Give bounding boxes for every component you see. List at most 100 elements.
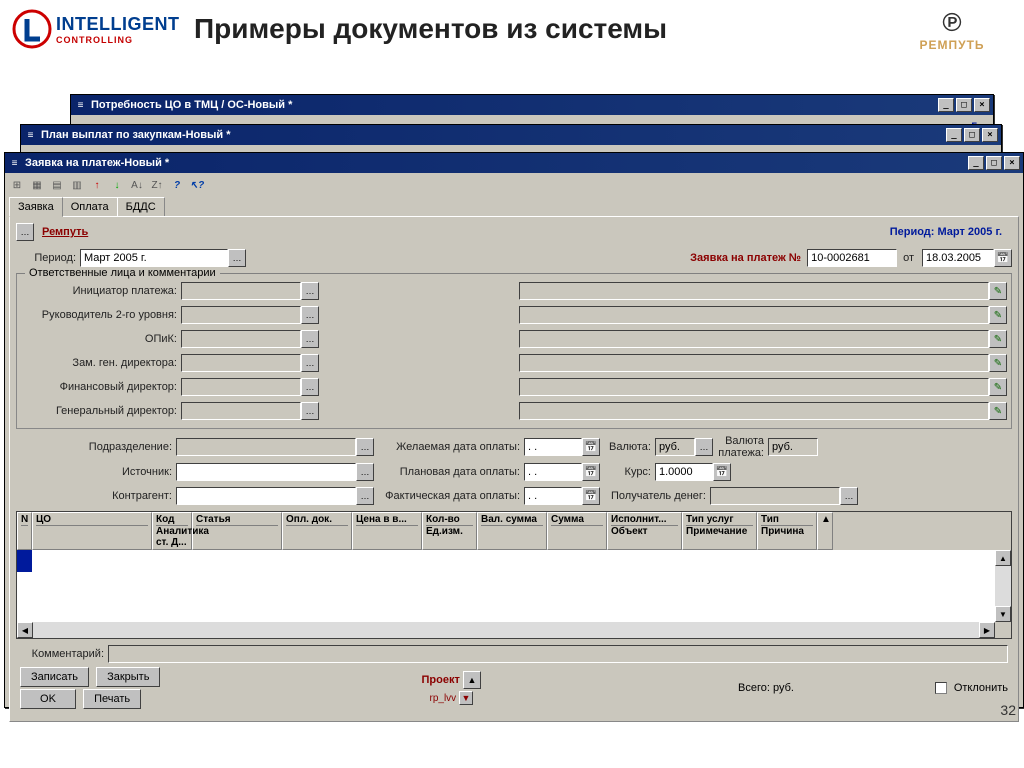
col-header[interactable]: Вал. сумма xyxy=(477,512,547,550)
role-comment-input[interactable] xyxy=(519,282,989,300)
calendar-icon[interactable] xyxy=(582,463,600,481)
role-input[interactable] xyxy=(181,378,301,396)
edit-icon[interactable] xyxy=(989,282,1007,300)
pick-button[interactable]: … xyxy=(301,306,319,324)
print-button[interactable]: Печать xyxy=(83,689,141,709)
edit-icon[interactable] xyxy=(989,402,1007,420)
tab-request[interactable]: Заявка xyxy=(9,197,63,217)
pick-button[interactable]: … xyxy=(356,438,374,456)
col-header[interactable]: Кол-воЕд.изм. xyxy=(422,512,477,550)
close-button[interactable]: × xyxy=(1004,156,1020,170)
pick-button[interactable]: … xyxy=(301,282,319,300)
window-payment-request[interactable]: Заявка на платеж-Новый * _ □ × ⊞ ▦ ▤ ▥ ↑… xyxy=(4,152,1024,708)
payee-input[interactable] xyxy=(710,487,840,505)
role-input[interactable] xyxy=(181,330,301,348)
whatsthis-icon[interactable]: ↖? xyxy=(189,177,205,193)
role-input[interactable] xyxy=(181,306,301,324)
pick-button[interactable]: … xyxy=(840,487,858,505)
minimize-button[interactable]: _ xyxy=(968,156,984,170)
scroll-up-icon[interactable]: ▲ xyxy=(817,512,833,550)
col-header[interactable]: Статья xyxy=(192,512,282,550)
edit-icon[interactable] xyxy=(989,354,1007,372)
calendar-icon[interactable] xyxy=(582,487,600,505)
role-comment-input[interactable] xyxy=(519,378,989,396)
org-link[interactable]: Ремпуть xyxy=(42,226,88,238)
minimize-button[interactable]: _ xyxy=(946,128,962,142)
request-date-input[interactable]: 18.03.2005 xyxy=(922,249,994,267)
col-header[interactable]: Опл. док. xyxy=(282,512,352,550)
up-arrow-icon[interactable]: ↑ xyxy=(89,177,105,193)
maximize-button[interactable]: □ xyxy=(986,156,1002,170)
minimize-button[interactable]: _ xyxy=(938,98,954,112)
save-button[interactable]: Записать xyxy=(20,667,89,687)
role-comment-input[interactable] xyxy=(519,354,989,372)
pick-button[interactable]: … xyxy=(228,249,246,267)
tool-icon[interactable]: ▥ xyxy=(69,177,85,193)
col-header[interactable]: Исполнит...Объект xyxy=(607,512,682,550)
edit-icon[interactable] xyxy=(989,330,1007,348)
reject-checkbox[interactable] xyxy=(935,682,947,694)
tool-icon[interactable]: ▤ xyxy=(49,177,65,193)
want-date-input[interactable]: . . xyxy=(524,438,582,456)
pick-org-button[interactable]: … xyxy=(16,223,34,241)
plan-date-input[interactable]: . . xyxy=(524,463,582,481)
maximize-button[interactable]: □ xyxy=(956,98,972,112)
source-input[interactable] xyxy=(176,463,356,481)
comment-input[interactable] xyxy=(108,645,1008,663)
scroll-down-icon[interactable]: ▼ xyxy=(995,606,1011,622)
pick-button[interactable]: … xyxy=(301,402,319,420)
period-input[interactable]: Март 2005 г. xyxy=(80,249,228,267)
col-header[interactable]: ТипПричина xyxy=(757,512,817,550)
detail-grid[interactable]: N ЦО КодАналитика ст. Д...Статья Опл. до… xyxy=(16,511,1012,639)
col-header[interactable]: N xyxy=(17,512,32,550)
scroll-right-icon[interactable]: ▶ xyxy=(979,622,995,638)
role-input[interactable] xyxy=(181,354,301,372)
scrollbar-vertical[interactable]: ▲ ▼ xyxy=(995,550,1011,622)
role-comment-input[interactable] xyxy=(519,330,989,348)
tab-payment[interactable]: Оплата xyxy=(62,197,118,216)
close-doc-button[interactable]: Закрыть xyxy=(96,667,160,687)
col-header[interactable]: Цена в в... xyxy=(352,512,422,550)
pick-button[interactable]: … xyxy=(301,354,319,372)
request-number-input[interactable]: 10-0002681 xyxy=(807,249,897,267)
role-input[interactable] xyxy=(181,402,301,420)
edit-icon[interactable] xyxy=(989,306,1007,324)
arrow-down-icon[interactable]: ▼ xyxy=(459,691,473,705)
contragent-input[interactable] xyxy=(176,487,356,505)
pick-button[interactable]: … xyxy=(356,463,374,481)
sort-asc-icon[interactable]: A↓ xyxy=(129,177,145,193)
scrollbar-horizontal[interactable]: ◀ ▶ xyxy=(17,622,1011,638)
maximize-button[interactable]: □ xyxy=(964,128,980,142)
sort-desc-icon[interactable]: Z↑ xyxy=(149,177,165,193)
help-icon[interactable]: ? xyxy=(169,177,185,193)
role-input[interactable] xyxy=(181,282,301,300)
ok-button[interactable]: OK xyxy=(20,689,76,709)
role-comment-input[interactable] xyxy=(519,402,989,420)
tool-icon[interactable]: ▦ xyxy=(29,177,45,193)
tool-icon[interactable]: ⊞ xyxy=(9,177,25,193)
arrow-up-icon[interactable]: ▲ xyxy=(463,671,481,689)
calendar-icon[interactable] xyxy=(582,438,600,456)
tab-bdds[interactable]: БДДС xyxy=(117,197,165,216)
col-header[interactable]: КодАналитика ст. Д... xyxy=(152,512,192,550)
fact-date-input[interactable]: . . xyxy=(524,487,582,505)
col-header[interactable]: ЦО xyxy=(32,512,152,550)
pay-currency-input[interactable]: руб. xyxy=(768,438,818,456)
pick-button[interactable]: … xyxy=(301,378,319,396)
calendar-icon[interactable] xyxy=(994,249,1012,267)
close-button[interactable]: × xyxy=(982,128,998,142)
edit-icon[interactable] xyxy=(989,378,1007,396)
rate-input[interactable]: 1.0000 xyxy=(655,463,713,481)
scroll-up-icon[interactable]: ▲ xyxy=(995,550,1011,566)
col-header[interactable]: Сумма xyxy=(547,512,607,550)
role-comment-input[interactable] xyxy=(519,306,989,324)
scroll-left-icon[interactable]: ◀ xyxy=(17,622,33,638)
pick-button[interactable]: … xyxy=(356,487,374,505)
close-button[interactable]: × xyxy=(974,98,990,112)
subdivision-input[interactable] xyxy=(176,438,356,456)
pick-button[interactable]: … xyxy=(695,438,713,456)
down-arrow-icon[interactable]: ↓ xyxy=(109,177,125,193)
calendar-icon[interactable] xyxy=(713,463,731,481)
col-header[interactable]: Тип услугПримечание xyxy=(682,512,757,550)
currency-input[interactable]: руб. xyxy=(655,438,695,456)
